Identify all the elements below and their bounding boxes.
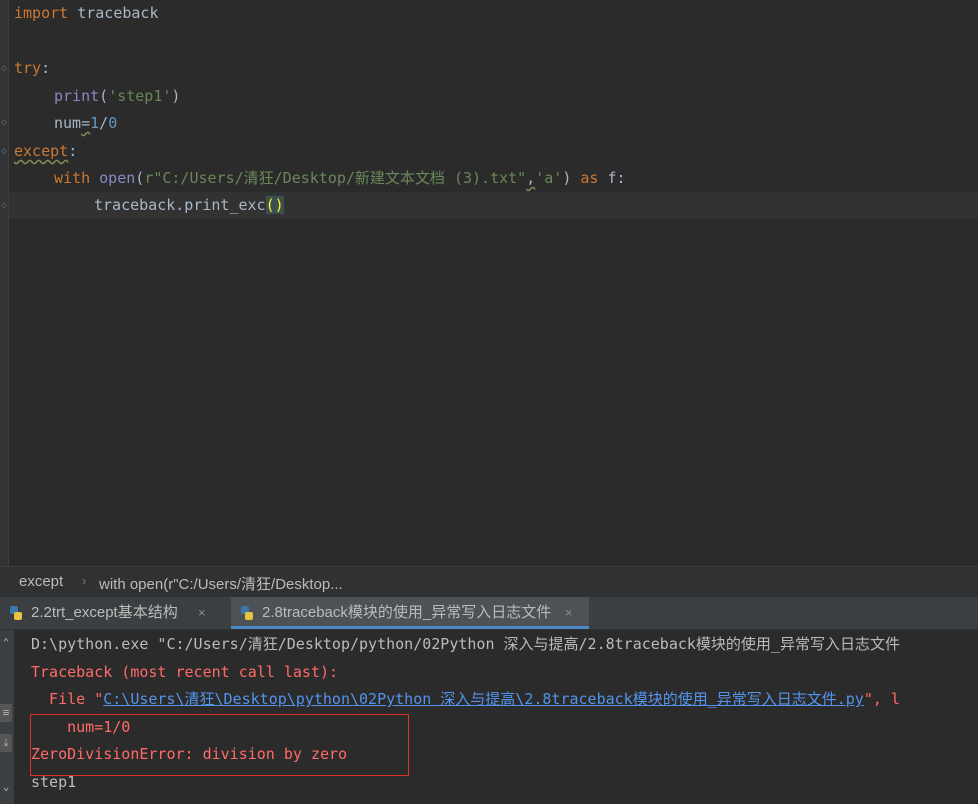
builtin-function: open [99, 169, 136, 187]
fold-marker-icon[interactable]: ◇ [1, 201, 9, 211]
code-line-6[interactable]: except: [14, 138, 77, 165]
punctuation: : [616, 169, 626, 187]
operator: = [81, 114, 91, 132]
scroll-down-icon[interactable]: ⌄ [0, 778, 12, 796]
string-literal: 'step1' [108, 87, 172, 105]
console-command-line: D:\python.exe "C:/Users/清狂/Desktop/pytho… [31, 635, 900, 653]
punctuation: ) [171, 87, 181, 105]
string-literal: 'a' [535, 169, 563, 187]
scroll-to-end-icon[interactable]: ⤓ [0, 734, 12, 752]
file-link[interactable]: C:\Users\清狂\Desktop\python\02Python 深入与提… [103, 690, 864, 708]
keyword: as [580, 169, 599, 187]
identifier: num [54, 114, 82, 132]
soft-wrap-icon[interactable]: ≡ [0, 704, 12, 722]
editor-gutter [0, 0, 9, 566]
close-icon[interactable]: × [565, 597, 573, 629]
python-icon [241, 606, 253, 620]
fold-marker-icon[interactable]: ◇ [1, 64, 9, 74]
code-line-5[interactable]: num=1/0 [54, 110, 117, 137]
identifier: traceback.print_exc [94, 196, 266, 214]
punctuation: : [68, 142, 78, 160]
keyword: import [14, 4, 69, 22]
builtin-function: print [54, 87, 100, 105]
punctuation: ) [562, 169, 572, 187]
code-editor[interactable]: ◇ ◇ ◇ ◇ import traceback try: print('ste… [0, 0, 978, 566]
tab-label: 2.2trt_except基本结构 [31, 604, 178, 621]
annotation-highlight-box [30, 714, 409, 776]
traceback-header: Traceback (most recent call last): [31, 663, 339, 681]
console-toolbar: ⌃ ≡ ⤓ ⌄ [0, 630, 14, 804]
matched-parens: () [265, 196, 284, 214]
keyword: with [54, 169, 91, 187]
run-tab-except-basic[interactable]: 2.2trt_except基本结构 × [0, 597, 222, 629]
code-line-1[interactable]: import traceback [14, 0, 159, 27]
code-line-8[interactable]: traceback.print_exc() [94, 192, 284, 219]
operator: / [99, 114, 109, 132]
number-literal: 0 [108, 114, 118, 132]
run-tab-traceback[interactable]: 2.8traceback模块的使用_异常写入日志文件 × [231, 597, 589, 629]
file-prefix: File " [31, 690, 104, 708]
run-tabs-bar: 2.2trt_except基本结构 × 2.8traceback模块的使用_异常… [0, 597, 978, 630]
file-suffix: ", l [863, 690, 900, 708]
punctuation: ( [135, 169, 145, 187]
punctuation: ( [99, 87, 109, 105]
punctuation: : [41, 59, 51, 77]
breadcrumb-item[interactable]: with open(r"C:/Users/清狂/Desktop... [99, 573, 343, 594]
chevron-right-icon: › [82, 573, 87, 588]
keyword: except [14, 142, 69, 160]
keyword: try [14, 59, 42, 77]
traceback-file-line: File "C:\Users\清狂\Desktop\python\02Pytho… [31, 686, 900, 713]
tab-label: 2.8traceback模块的使用_异常写入日志文件 [262, 604, 552, 621]
identifier: traceback [68, 4, 159, 22]
punctuation: , [526, 169, 536, 187]
fold-marker-icon[interactable]: ◇ [1, 147, 9, 157]
code-line-7[interactable]: with open(r"C:/Users/清狂/Desktop/新建文本文档 (… [54, 165, 626, 192]
python-icon [10, 606, 22, 620]
code-line-3[interactable]: try: [14, 55, 50, 82]
breadcrumb-item[interactable]: except [19, 573, 63, 590]
breadcrumb: except › with open(r"C:/Users/清狂/Desktop… [0, 566, 978, 597]
fold-marker-icon[interactable]: ◇ [1, 118, 9, 128]
identifier: f [607, 169, 617, 187]
scroll-up-icon[interactable]: ⌃ [0, 634, 12, 652]
code-line-4[interactable]: print('step1') [54, 83, 180, 110]
run-console[interactable]: ⌃ ≡ ⤓ ⌄ D:\python.exe "C:/Users/清狂/Deskt… [0, 630, 978, 804]
close-icon[interactable]: × [198, 597, 206, 629]
string-literal: r"C:/Users/清狂/Desktop/新建文本文档 (3).txt" [144, 169, 527, 187]
number-literal: 1 [90, 114, 100, 132]
